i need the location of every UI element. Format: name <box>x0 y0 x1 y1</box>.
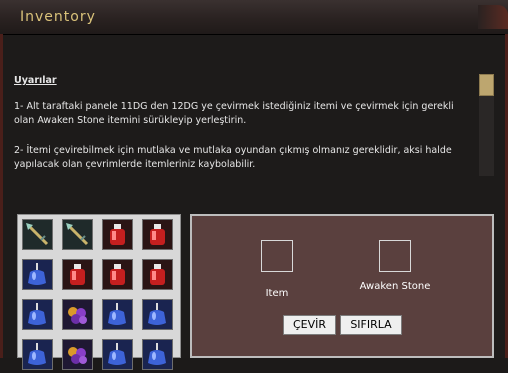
convert-panel: Item Awaken Stone ÇEVİR SIFIRLA <box>190 214 494 358</box>
notice-paragraph-2: 2- İtemi çevirebilmek için mutlaka ve mu… <box>14 145 452 170</box>
spear-icon <box>63 220 92 253</box>
inventory-grid <box>17 214 181 370</box>
inventory-slot[interactable] <box>22 339 53 370</box>
inventory-slot[interactable] <box>62 299 93 330</box>
item-slot-label: Item <box>265 288 289 299</box>
blue-potion-icon <box>23 340 52 373</box>
inventory-window: Inventory Uyarılar 1- Alt taraftaki pane… <box>0 0 508 370</box>
inventory-slot[interactable] <box>102 259 133 290</box>
inventory-slot[interactable] <box>62 219 93 250</box>
blue-potion-icon <box>23 300 52 333</box>
item-drop-slot[interactable] <box>261 240 293 272</box>
red-potion-icon <box>143 220 172 253</box>
red-potion-icon <box>143 260 172 293</box>
inventory-slot[interactable] <box>62 259 93 290</box>
inventory-slot[interactable] <box>22 219 53 250</box>
blue-potion-icon <box>103 340 132 373</box>
convert-button[interactable]: ÇEVİR <box>283 315 336 335</box>
red-potion-icon <box>63 260 92 293</box>
notice-paragraph-1: 1- Alt taraftaki panele 11DG den 12DG ye… <box>14 101 454 126</box>
blue-potion-icon <box>143 340 172 373</box>
red-potion-icon <box>103 220 132 253</box>
notice-scrollbar[interactable] <box>479 74 494 176</box>
grape-icon <box>63 300 92 333</box>
scrollbar-thumb[interactable] <box>479 74 494 96</box>
inventory-slot[interactable] <box>102 299 133 330</box>
awaken-stone-slot-label: Awaken Stone <box>359 281 431 292</box>
inventory-slot[interactable] <box>22 299 53 330</box>
red-potion-icon <box>103 260 132 293</box>
inventory-slot[interactable] <box>102 339 133 370</box>
notice-text-area: Uyarılar 1- Alt taraftaki panele 11DG de… <box>8 66 478 176</box>
grape-icon <box>63 340 92 373</box>
spear-icon <box>23 220 52 253</box>
notice-heading: Uyarılar <box>14 75 57 86</box>
inventory-slot[interactable] <box>142 219 173 250</box>
inventory-slot[interactable] <box>22 259 53 290</box>
window-frame-left <box>0 34 3 358</box>
title-bar[interactable]: Inventory <box>0 0 508 35</box>
reset-button[interactable]: SIFIRLA <box>340 315 402 335</box>
inventory-slot[interactable] <box>142 339 173 370</box>
blue-potion-icon <box>23 260 52 293</box>
title-bar-ornament <box>478 5 508 29</box>
window-title: Inventory <box>20 9 96 25</box>
awaken-stone-drop-slot[interactable] <box>379 240 411 272</box>
inventory-slot[interactable] <box>102 219 133 250</box>
inventory-slot[interactable] <box>142 299 173 330</box>
inventory-slot[interactable] <box>62 339 93 370</box>
blue-potion-icon <box>103 300 132 333</box>
blue-potion-icon <box>143 300 172 333</box>
inventory-slot[interactable] <box>142 259 173 290</box>
